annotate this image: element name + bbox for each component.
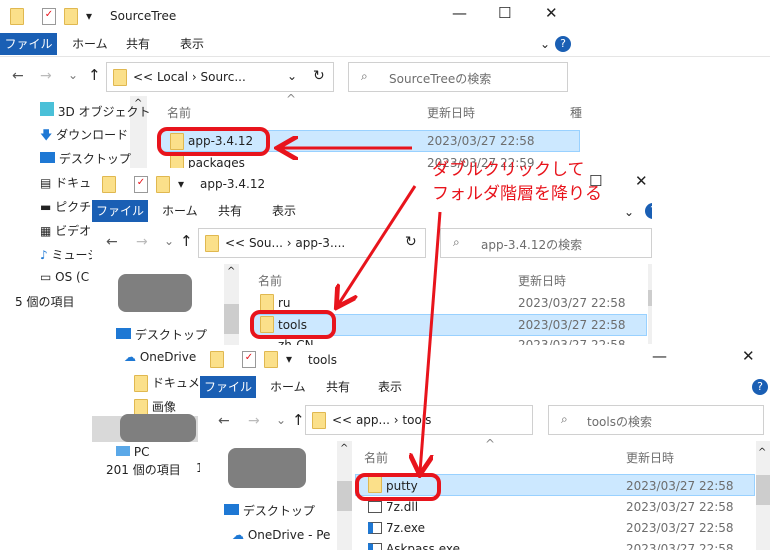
annotation-arrows	[0, 0, 442, 550]
arrow-to-tools	[338, 185, 417, 305]
arrow-to-putty	[420, 211, 442, 472]
